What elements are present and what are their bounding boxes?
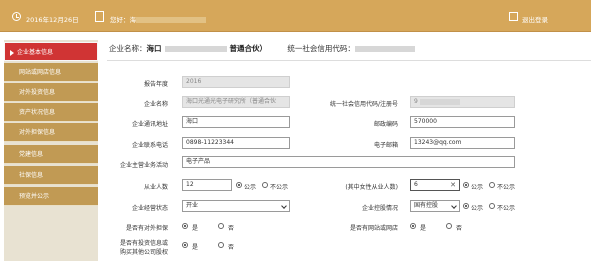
sidebar-item-investment[interactable]: 对外投资信息	[4, 83, 98, 102]
guarantee-no-radio[interactable]	[218, 223, 224, 229]
sidebar-item-basic-info[interactable]: 企业基本信息	[4, 42, 98, 61]
guarantee-no-label: 否	[228, 225, 235, 232]
clear-icon[interactable]: ✕	[450, 180, 456, 190]
top-bar: 2016年12月26日 您好：海 退出登录	[0, 0, 591, 32]
female-public-label: 公示	[471, 184, 484, 191]
phone-label: 企业联系电话	[131, 142, 168, 149]
credit-code-field: 9	[410, 96, 515, 108]
invest-yes-label: 是	[192, 244, 199, 251]
invest-no-radio[interactable]	[218, 242, 224, 248]
user-icon	[95, 11, 104, 22]
female-private-label: 不公示	[497, 184, 516, 191]
employees-label: 从业人数	[143, 184, 168, 191]
employees-private-radio[interactable]	[262, 182, 268, 188]
status-label: 企业经营状态	[131, 205, 168, 212]
business-input[interactable]: 电子产品	[182, 156, 515, 168]
holding-private-radio[interactable]	[489, 203, 495, 209]
current-date: 2016年12月26日	[26, 16, 79, 24]
email-input[interactable]: 13243@qq.com	[410, 137, 515, 149]
guarantee-yes-label: 是	[192, 225, 199, 232]
guarantee-yes-radio[interactable]	[182, 223, 188, 229]
female-employees-label: (其中女性从业人数)	[345, 184, 398, 191]
employees-input[interactable]: 12	[182, 179, 232, 191]
holding-public-label: 公示	[471, 205, 484, 212]
female-private-radio[interactable]	[489, 182, 495, 188]
logout-icon[interactable]	[509, 12, 518, 21]
logout-link[interactable]: 退出登录	[522, 14, 548, 24]
holding-label: 企业控股情况	[361, 205, 398, 212]
sidebar: 企业基本信息 网站或网店信息 对外投资信息 资产状况信息 对外担保信息 党建信息…	[4, 40, 98, 261]
arrow-right-icon	[10, 49, 14, 56]
invest-label-line1: 是否有投资信息或	[119, 240, 168, 247]
employees-public-radio[interactable]	[236, 182, 242, 188]
address-input[interactable]: 海口	[182, 116, 290, 128]
company-name-field: 海口光通光电子研究所（普通合伙	[182, 96, 290, 108]
postcode-label: 邮政编码	[373, 121, 398, 128]
sidebar-item-preview[interactable]: 预览并公示	[4, 187, 98, 206]
company-name-label: 企业名称	[143, 101, 168, 108]
sidebar-item-social-security[interactable]: 社保信息	[4, 166, 98, 185]
company-header: 企业名称：海口 普通合伙） 统一社会信用代码：	[109, 43, 415, 54]
sidebar-item-guarantee[interactable]: 对外担保信息	[4, 123, 98, 142]
invest-label-line2: 购买其他公司股权	[119, 249, 168, 256]
user-greeting: 您好：海	[110, 14, 206, 24]
email-label: 电子邮箱	[373, 142, 398, 149]
website-no-radio[interactable]	[446, 223, 452, 229]
status-select[interactable]: 开业	[182, 200, 290, 212]
postcode-input[interactable]: 570000	[410, 116, 515, 128]
sidebar-item-party[interactable]: 党建信息	[4, 145, 98, 164]
website-no-label: 否	[456, 225, 463, 232]
invest-yes-radio[interactable]	[182, 242, 188, 248]
business-label: 企业主营业务活动	[119, 162, 168, 169]
credit-code-label: 统一社会信用代码/注册号	[329, 101, 398, 108]
female-employees-input[interactable]: 6 ✕	[410, 179, 460, 191]
website-yes-radio[interactable]	[410, 223, 416, 229]
holding-private-label: 不公示	[497, 205, 516, 212]
employees-public-label: 公示	[244, 184, 257, 191]
divider	[107, 60, 591, 61]
sidebar-item-website[interactable]: 网站或网店信息	[4, 63, 98, 82]
female-public-radio[interactable]	[463, 182, 469, 188]
clock-icon	[12, 12, 21, 21]
invest-no-label: 否	[228, 244, 235, 251]
employees-private-label: 不公示	[270, 184, 289, 191]
report-year-label: 报告年度	[143, 81, 168, 88]
report-year-field: 2016	[182, 76, 290, 88]
guarantee-label: 是否有对外担保	[125, 225, 168, 232]
website-label: 是否有网站或网店	[349, 225, 398, 232]
website-yes-label: 是	[420, 225, 427, 232]
phone-input[interactable]: 0898-11223344	[182, 137, 290, 149]
holding-public-radio[interactable]	[463, 203, 469, 209]
holding-select[interactable]: 国有控股	[410, 200, 460, 212]
sidebar-item-assets[interactable]: 资产状况信息	[4, 103, 98, 122]
address-label: 企业通讯地址	[131, 121, 168, 128]
